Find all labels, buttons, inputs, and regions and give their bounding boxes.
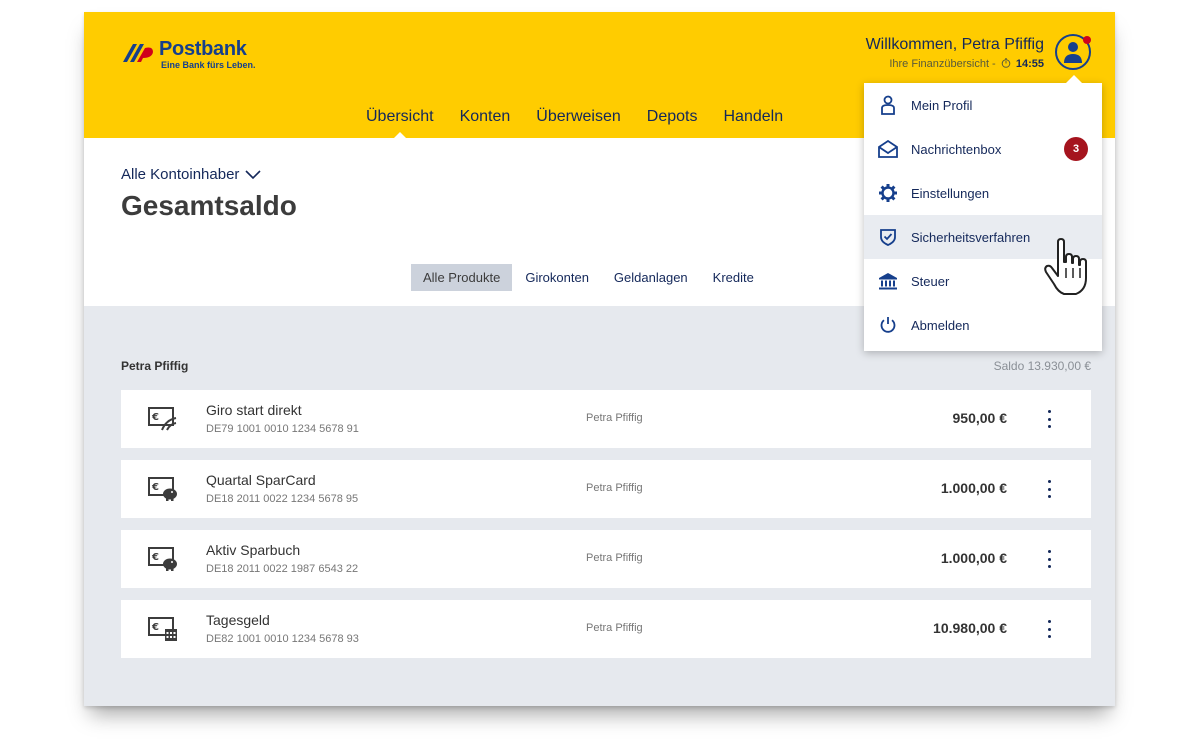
menu-item-mein-profil[interactable]: Mein Profil: [864, 83, 1102, 127]
welcome-subtitle: Ihre Finanzübersicht - 14:55: [866, 56, 1044, 72]
page-title: Gesamtsaldo: [121, 190, 297, 221]
account-holder-select[interactable]: Alle Kontoinhaber: [121, 166, 261, 183]
envelope-icon: [878, 139, 898, 159]
session-time: 14:55: [1015, 58, 1044, 70]
nav-item-depots[interactable]: Depots: [647, 106, 698, 128]
svg-text:€: €: [151, 482, 159, 493]
brand-name: Postbank: [159, 38, 247, 60]
more-options-icon[interactable]: [1045, 550, 1053, 568]
svg-text:€: €: [151, 622, 159, 633]
menu-item-nachrichtenbox[interactable]: Nachrichtenbox 3: [864, 127, 1102, 171]
account-name: Aktiv Sparbuch: [206, 542, 301, 558]
welcome-title: Willkommen, Petra Pfiffig: [865, 36, 1044, 53]
person-icon: [878, 95, 898, 115]
timer-icon: [1001, 58, 1011, 68]
account-iban: DE79 1001 0010 1234 5678 91: [206, 423, 359, 435]
savings-piggy-icon: €: [148, 477, 177, 501]
main-nav: Übersicht Konten Überweisen Depots Hande…: [366, 106, 809, 139]
nav-item-ueberweisen[interactable]: Überweisen: [536, 106, 620, 128]
menu-item-label: Abmelden: [911, 317, 970, 333]
account-owner: Petra Pfiffig: [586, 412, 643, 424]
account-balance: 950,00 €: [952, 410, 1008, 426]
savings-piggy-icon: €: [148, 547, 177, 571]
hand-pointer-cursor-icon: [1044, 238, 1087, 295]
postbank-logo-icon: [123, 44, 153, 62]
account-owner: Petra Pfiffig: [586, 482, 643, 494]
account-balance: 1.000,00 €: [940, 480, 1007, 496]
account-row[interactable]: € Tagesgeld DE82 1001 0010 1234 5678 93 …: [121, 600, 1091, 658]
menu-item-label: Steuer: [911, 273, 950, 289]
filter-alle-produkte[interactable]: Alle Produkte: [411, 264, 513, 291]
postbank-logo[interactable]: Postbank Eine Bank fürs Leben.: [121, 38, 256, 70]
menu-item-label: Nachrichtenbox: [911, 141, 1002, 157]
more-options-icon[interactable]: [1045, 480, 1053, 498]
account-name: Quartal SparCard: [206, 472, 316, 488]
gear-icon: [878, 183, 898, 203]
account-row[interactable]: € Quartal SparCard DE18 2011 0022 1234 5…: [121, 460, 1091, 518]
account-owner: Petra Pfiffig: [586, 552, 643, 564]
account-iban: DE18 2011 0022 1234 5678 95: [206, 493, 359, 505]
account-holder-select-label: Alle Kontoinhaber: [121, 166, 240, 183]
svg-text:€: €: [151, 412, 159, 423]
menu-item-label: Einstellungen: [911, 185, 990, 201]
account-row[interactable]: € Giro start direkt DE79 1001 0010 1234 …: [121, 390, 1091, 448]
account-group-header: Petra Pfiffig Saldo 13.930,00 €: [121, 359, 1091, 373]
menu-item-abmelden[interactable]: Abmelden: [864, 303, 1102, 347]
bank-building-icon: [878, 271, 898, 291]
account-list: € Giro start direkt DE79 1001 0010 1234 …: [121, 390, 1091, 670]
user-menu-dropdown: Mein Profil Nachrichtenbox 3 Einstellung…: [864, 75, 1102, 351]
group-owner-name: Petra Pfiffig: [121, 359, 189, 373]
account-name: Giro start direkt: [206, 402, 302, 418]
account-name: Tagesgeld: [206, 612, 270, 628]
chevron-down-icon: [245, 169, 261, 179]
giro-card-icon: €: [148, 407, 177, 431]
svg-text:€: €: [151, 552, 159, 563]
menu-item-label: Sicherheitsverfahren: [911, 229, 1031, 245]
message-count-badge: 3: [1064, 137, 1088, 161]
calendar-money-icon: €: [148, 617, 177, 641]
shield-check-icon: [878, 227, 898, 247]
welcome-subtitle-text: Ihre Finanzübersicht -: [889, 58, 996, 70]
more-options-icon[interactable]: [1045, 410, 1053, 428]
brand-slogan: Eine Bank fürs Leben.: [161, 60, 256, 70]
nav-item-handeln[interactable]: Handeln: [723, 106, 783, 128]
menu-item-label: Mein Profil: [911, 97, 973, 113]
notification-dot: [1083, 36, 1091, 44]
more-options-icon[interactable]: [1045, 620, 1053, 638]
filter-kredite[interactable]: Kredite: [701, 264, 766, 291]
account-balance: 10.980,00 €: [933, 620, 1007, 636]
nav-item-konten[interactable]: Konten: [460, 106, 511, 128]
menu-item-einstellungen[interactable]: Einstellungen: [864, 171, 1102, 215]
account-balance: 1.000,00 €: [940, 550, 1007, 566]
product-filter-tabs: Alle Produkte Girokonten Geldanlagen Kre…: [411, 264, 767, 291]
account-row[interactable]: € Aktiv Sparbuch DE18 2011 0022 1987 654…: [121, 530, 1091, 588]
account-iban: DE82 1001 0010 1234 5678 93: [206, 633, 359, 645]
account-iban: DE18 2011 0022 1987 6543 22: [206, 563, 359, 575]
group-saldo: Saldo 13.930,00 €: [993, 359, 1091, 373]
filter-geldanlagen[interactable]: Geldanlagen: [602, 264, 700, 291]
power-icon: [878, 315, 898, 335]
account-owner: Petra Pfiffig: [586, 622, 643, 634]
welcome-block: Willkommen, Petra Pfiffig Ihre Finanzübe…: [866, 35, 1044, 72]
nav-item-uebersicht[interactable]: Übersicht: [366, 106, 434, 139]
filter-girokonten[interactable]: Girokonten: [513, 264, 601, 291]
